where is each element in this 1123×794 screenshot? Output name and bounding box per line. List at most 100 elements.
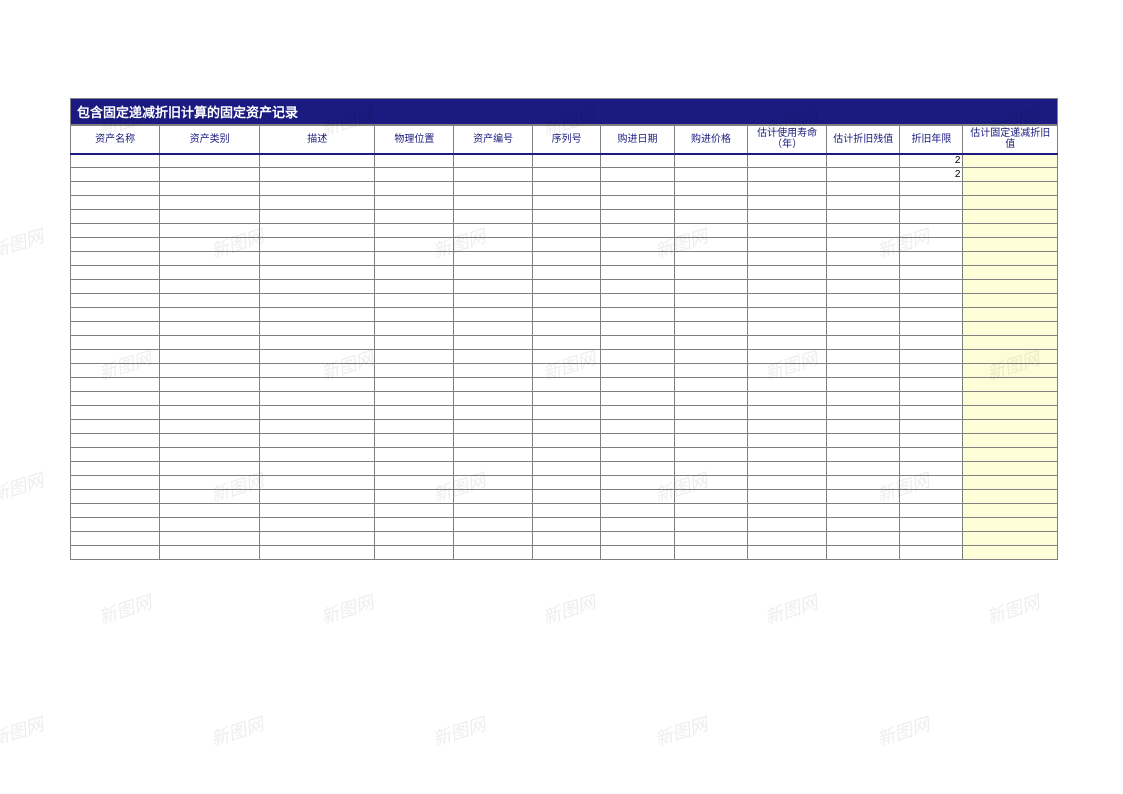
- table-row[interactable]: [71, 210, 1058, 224]
- cell[interactable]: [601, 476, 675, 490]
- table-row[interactable]: 2: [71, 154, 1058, 168]
- cell[interactable]: [674, 350, 748, 364]
- cell[interactable]: [375, 266, 454, 280]
- cell[interactable]: [963, 476, 1058, 490]
- cell[interactable]: [375, 252, 454, 266]
- cell[interactable]: [826, 406, 900, 420]
- cell[interactable]: [900, 280, 963, 294]
- cell[interactable]: [674, 406, 748, 420]
- cell[interactable]: [900, 210, 963, 224]
- cell[interactable]: [963, 406, 1058, 420]
- cell[interactable]: [900, 518, 963, 532]
- cell[interactable]: [748, 266, 827, 280]
- cell[interactable]: [900, 238, 963, 252]
- cell[interactable]: [532, 196, 600, 210]
- cell[interactable]: [454, 238, 533, 252]
- cell[interactable]: [454, 518, 533, 532]
- cell[interactable]: [674, 308, 748, 322]
- cell[interactable]: [900, 546, 963, 560]
- cell[interactable]: [601, 266, 675, 280]
- cell[interactable]: [826, 490, 900, 504]
- cell[interactable]: [601, 392, 675, 406]
- cell[interactable]: [375, 420, 454, 434]
- cell[interactable]: [674, 182, 748, 196]
- cell[interactable]: [674, 154, 748, 168]
- cell[interactable]: [375, 196, 454, 210]
- cell[interactable]: [375, 504, 454, 518]
- cell[interactable]: [601, 378, 675, 392]
- cell[interactable]: [748, 196, 827, 210]
- cell[interactable]: [900, 420, 963, 434]
- cell[interactable]: [71, 224, 160, 238]
- cell[interactable]: [454, 182, 533, 196]
- cell[interactable]: [900, 322, 963, 336]
- table-row[interactable]: [71, 182, 1058, 196]
- cell[interactable]: [71, 420, 160, 434]
- cell[interactable]: [259, 546, 374, 560]
- cell[interactable]: [748, 350, 827, 364]
- cell[interactable]: [963, 196, 1058, 210]
- cell[interactable]: [963, 154, 1058, 168]
- cell[interactable]: [259, 504, 374, 518]
- cell[interactable]: [900, 490, 963, 504]
- cell[interactable]: [826, 350, 900, 364]
- cell[interactable]: [375, 434, 454, 448]
- cell[interactable]: [71, 406, 160, 420]
- cell[interactable]: [748, 406, 827, 420]
- cell[interactable]: [532, 238, 600, 252]
- cell[interactable]: [963, 518, 1058, 532]
- cell[interactable]: [963, 420, 1058, 434]
- cell[interactable]: [259, 350, 374, 364]
- cell[interactable]: [259, 238, 374, 252]
- cell[interactable]: [375, 546, 454, 560]
- cell[interactable]: [674, 252, 748, 266]
- cell[interactable]: [674, 210, 748, 224]
- cell[interactable]: [601, 308, 675, 322]
- table-row[interactable]: [71, 308, 1058, 322]
- cell[interactable]: [674, 266, 748, 280]
- cell[interactable]: [259, 308, 374, 322]
- cell[interactable]: [963, 182, 1058, 196]
- cell[interactable]: 2: [900, 154, 963, 168]
- cell[interactable]: [900, 350, 963, 364]
- cell[interactable]: [674, 378, 748, 392]
- cell[interactable]: [160, 532, 260, 546]
- cell[interactable]: [454, 168, 533, 182]
- cell[interactable]: [259, 448, 374, 462]
- cell[interactable]: [160, 196, 260, 210]
- cell[interactable]: [160, 476, 260, 490]
- cell[interactable]: [963, 504, 1058, 518]
- cell[interactable]: [601, 448, 675, 462]
- table-row[interactable]: [71, 294, 1058, 308]
- cell[interactable]: [71, 266, 160, 280]
- cell[interactable]: [71, 238, 160, 252]
- cell[interactable]: [259, 406, 374, 420]
- cell[interactable]: [900, 462, 963, 476]
- cell[interactable]: [71, 280, 160, 294]
- cell[interactable]: [375, 378, 454, 392]
- cell[interactable]: [900, 392, 963, 406]
- cell[interactable]: [375, 462, 454, 476]
- cell[interactable]: [674, 364, 748, 378]
- cell[interactable]: [532, 392, 600, 406]
- cell[interactable]: [71, 336, 160, 350]
- cell[interactable]: [454, 378, 533, 392]
- cell[interactable]: [601, 252, 675, 266]
- cell[interactable]: [748, 182, 827, 196]
- cell[interactable]: [259, 364, 374, 378]
- cell[interactable]: [71, 504, 160, 518]
- cell[interactable]: [375, 350, 454, 364]
- table-row[interactable]: [71, 238, 1058, 252]
- cell[interactable]: [259, 182, 374, 196]
- cell[interactable]: [674, 434, 748, 448]
- table-row[interactable]: [71, 266, 1058, 280]
- cell[interactable]: [71, 364, 160, 378]
- cell[interactable]: [674, 280, 748, 294]
- table-row[interactable]: [71, 476, 1058, 490]
- cell[interactable]: [454, 294, 533, 308]
- cell[interactable]: [259, 434, 374, 448]
- cell[interactable]: [900, 378, 963, 392]
- cell[interactable]: [532, 490, 600, 504]
- cell[interactable]: [748, 252, 827, 266]
- table-row[interactable]: [71, 364, 1058, 378]
